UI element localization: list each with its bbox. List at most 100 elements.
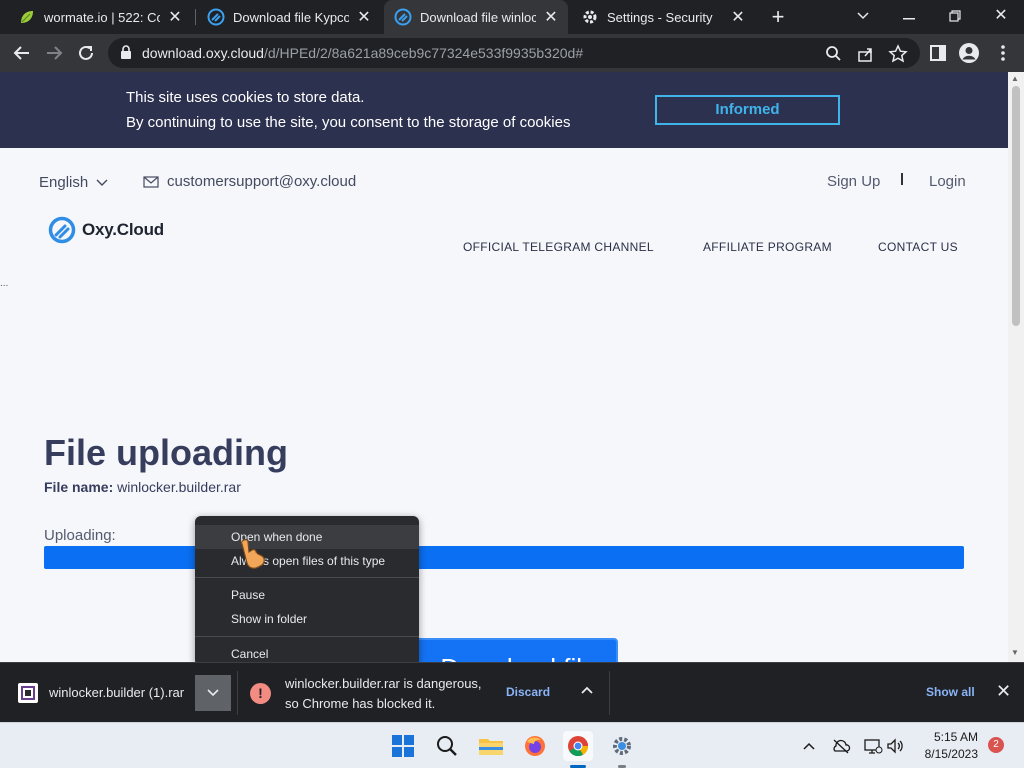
tray-overflow-icon[interactable] xyxy=(798,735,820,757)
shelf-divider xyxy=(609,671,610,715)
download-shelf: winlocker.builder (1).rar ! winlocker.bu… xyxy=(0,662,1024,722)
warning-icon: ! xyxy=(250,683,271,704)
download-context-menu: Open when done Always open files of this… xyxy=(195,516,419,666)
chevron-down-icon xyxy=(207,689,219,697)
file-explorer-button[interactable] xyxy=(476,731,506,761)
firefox-icon xyxy=(525,736,545,756)
search-icon[interactable] xyxy=(824,44,844,64)
support-email[interactable]: customersupport@oxy.cloud xyxy=(143,173,356,190)
page-scrollbar[interactable]: ▲ ▼ xyxy=(1008,72,1024,662)
show-all-downloads-button[interactable]: Show all xyxy=(926,685,975,699)
forward-arrow-icon xyxy=(47,46,63,60)
clock-time[interactable]: 5:15 AM xyxy=(926,730,978,744)
language-selector[interactable]: English xyxy=(39,174,108,191)
nav-telegram-channel[interactable]: OFFICIAL TELEGRAM CHANNEL xyxy=(463,240,654,254)
header-divider xyxy=(901,173,903,185)
menu-pause[interactable]: Pause xyxy=(195,583,419,607)
site-logo[interactable]: Oxy.Cloud xyxy=(48,216,164,244)
close-window-button[interactable]: ✕ xyxy=(978,0,1024,34)
shelf-divider xyxy=(237,671,238,715)
oxy-icon xyxy=(207,8,225,26)
download-file-name[interactable]: winlocker.builder (1).rar xyxy=(49,685,184,700)
gear-icon xyxy=(613,737,631,755)
mail-icon xyxy=(143,175,159,188)
tab-search-icon[interactable] xyxy=(840,0,886,34)
start-button[interactable] xyxy=(388,731,418,761)
login-link[interactable]: Login xyxy=(929,173,966,190)
file-name-row: File name: winlocker.builder.rar xyxy=(44,479,241,495)
firefox-button[interactable] xyxy=(520,731,550,761)
address-bar[interactable]: download.oxy.cloud/d/HPEd/2/8a621a89ceb9… xyxy=(108,38,920,68)
close-tab-icon[interactable]: ✕ xyxy=(542,7,560,27)
forward-button[interactable] xyxy=(40,39,68,67)
volume-icon[interactable] xyxy=(885,735,907,757)
tab-title: Settings - Security xyxy=(607,9,713,25)
tab-settings-security[interactable]: Settings - Security ✕ xyxy=(571,0,755,34)
cookie-accept-button[interactable]: Informed xyxy=(655,95,840,125)
leaf-icon xyxy=(21,11,33,23)
minimize-button[interactable] xyxy=(886,0,932,34)
restore-button[interactable] xyxy=(932,0,978,34)
tab-download-kypcop[interactable]: Download file Kypcop- ✕ xyxy=(197,0,381,34)
folder-icon xyxy=(479,739,503,755)
nav-affiliate-program[interactable]: AFFILIATE PROGRAM xyxy=(703,240,832,254)
chevron-up-icon[interactable] xyxy=(578,681,596,699)
download-options-button[interactable] xyxy=(195,675,231,711)
menu-open-when-done[interactable]: Open when done xyxy=(195,525,419,549)
menu-show-in-folder[interactable]: Show in folder xyxy=(195,607,419,631)
close-tab-icon[interactable]: ✕ xyxy=(355,7,373,27)
menu-always-open-type[interactable]: Always open files of this type xyxy=(195,549,419,573)
nav-contact-us[interactable]: CONTACT US xyxy=(878,240,958,254)
tab-wormate[interactable]: wormate.io | 522: Conn ✕ xyxy=(8,0,192,34)
new-tab-button[interactable]: + xyxy=(766,4,790,30)
url-host: download.oxy.cloud xyxy=(142,45,264,61)
cookie-banner: This site uses cookies to store data. By… xyxy=(0,72,1008,148)
close-shelf-icon[interactable]: ✕ xyxy=(996,681,1011,702)
chevron-down-icon xyxy=(96,179,108,186)
network-icon[interactable] xyxy=(862,735,884,757)
scrollbar-thumb[interactable] xyxy=(1012,86,1020,326)
oxy-logo-icon xyxy=(48,216,76,244)
clock-date[interactable]: 8/15/2023 xyxy=(918,747,978,761)
scroll-down-icon[interactable]: ▼ xyxy=(1011,648,1019,657)
tab-title: wormate.io | 522: Conn xyxy=(44,9,160,25)
onedrive-offline-icon[interactable] xyxy=(830,735,852,757)
cookie-text-line1: This site uses cookies to store data. xyxy=(126,89,365,106)
file-name-label: File name: xyxy=(44,479,114,495)
oxy-icon xyxy=(394,8,412,26)
warning-text-line1: winlocker.builder.rar is dangerous, xyxy=(285,676,482,691)
notification-badge[interactable]: 2 xyxy=(988,737,1004,753)
url-path: /d/HPEd/2/8a621a89ceb9c77324e533f9935b32… xyxy=(263,45,584,61)
profile-icon[interactable] xyxy=(958,42,980,64)
url-text: download.oxy.cloud/d/HPEd/2/8a621a89ceb9… xyxy=(142,45,583,61)
search-icon xyxy=(437,736,457,756)
scroll-up-icon[interactable]: ▲ xyxy=(1011,74,1019,83)
close-tab-icon[interactable]: ✕ xyxy=(166,7,184,27)
bookmark-star-icon[interactable] xyxy=(888,44,908,64)
signup-link[interactable]: Sign Up xyxy=(827,173,880,190)
taskbar-search-button[interactable] xyxy=(432,731,462,761)
support-email-text: customersupport@oxy.cloud xyxy=(167,173,357,190)
discard-button[interactable]: Discard xyxy=(506,685,550,699)
tab-download-winlocker[interactable]: Download file winlocke ✕ xyxy=(384,0,568,34)
reload-icon xyxy=(79,45,93,60)
menu-kebab-icon[interactable] xyxy=(992,42,1014,64)
logo-wordmark: Oxy.Cloud xyxy=(82,220,164,239)
browser-toolbar: download.oxy.cloud/d/HPEd/2/8a621a89ceb9… xyxy=(0,34,1024,72)
back-arrow-icon xyxy=(13,46,29,60)
download-file-button[interactable]: < Download file xyxy=(402,638,618,662)
side-panel-icon[interactable] xyxy=(927,42,949,64)
web-page: This site uses cookies to store data. By… xyxy=(0,72,1008,662)
menu-separator xyxy=(195,577,419,578)
reload-button[interactable] xyxy=(72,39,100,67)
archive-file-icon xyxy=(18,683,38,703)
close-tab-icon[interactable]: ✕ xyxy=(729,7,747,27)
share-icon[interactable] xyxy=(856,44,876,64)
language-label: English xyxy=(39,174,89,191)
chrome-button[interactable] xyxy=(563,731,593,761)
back-button[interactable] xyxy=(8,39,36,67)
gear-icon xyxy=(583,10,597,24)
upload-progress-bar xyxy=(44,546,964,569)
cookie-text-line2: By continuing to use the site, you conse… xyxy=(126,114,571,131)
settings-button[interactable] xyxy=(607,731,637,761)
